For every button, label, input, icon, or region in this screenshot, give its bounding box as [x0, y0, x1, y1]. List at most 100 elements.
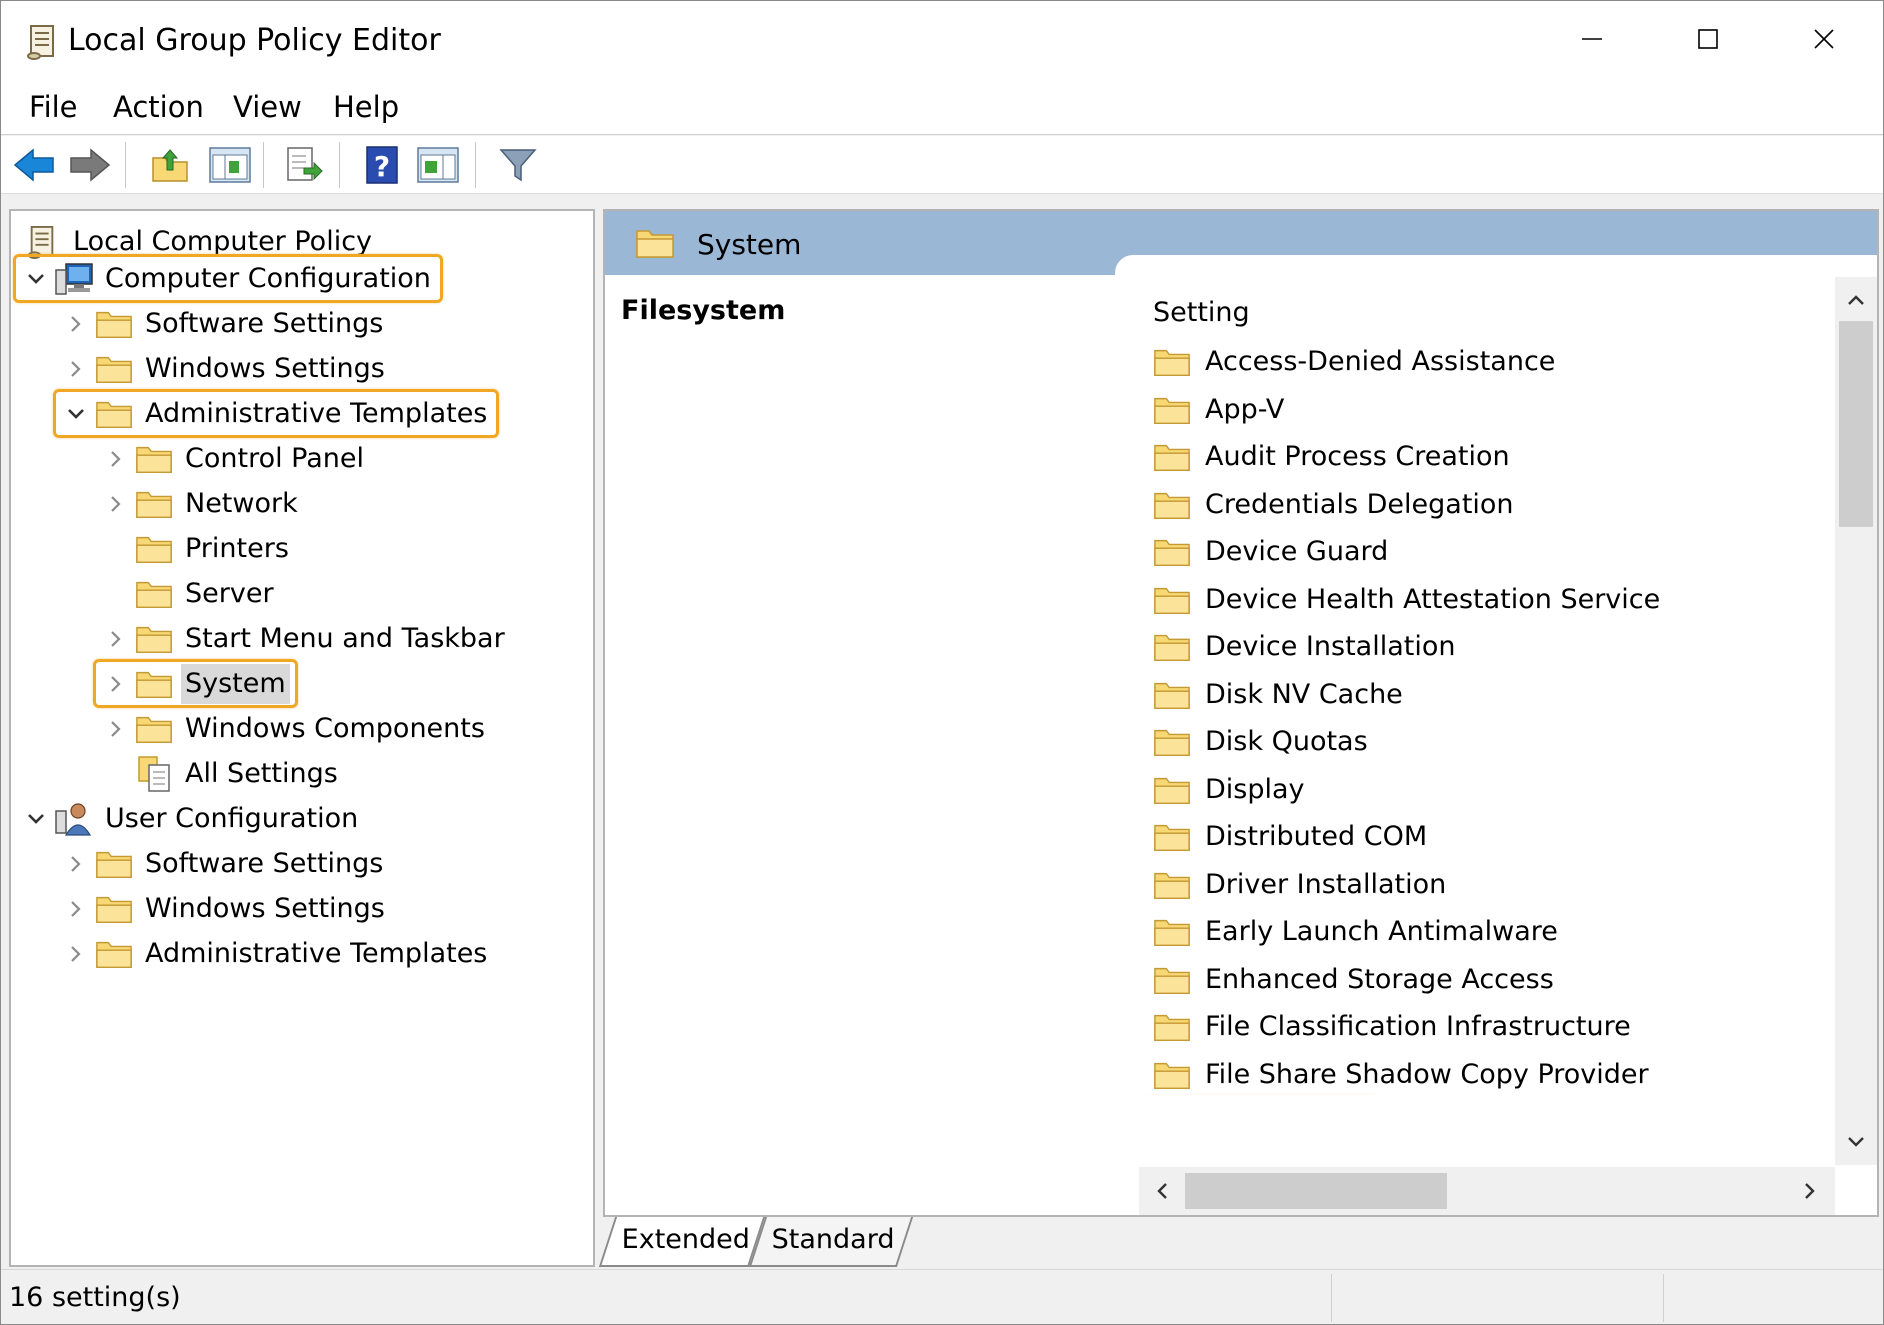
tree-node[interactable]: All Settings — [99, 751, 342, 796]
user-icon — [53, 799, 95, 839]
show-hide-action-pane-button[interactable] — [415, 143, 461, 187]
scroll-down-button[interactable] — [1839, 1125, 1873, 1159]
back-button[interactable] — [11, 143, 57, 187]
chevron-right-icon[interactable] — [59, 346, 93, 391]
column-header-setting[interactable]: Setting — [1153, 295, 1250, 331]
menu-file[interactable]: File — [29, 87, 78, 127]
tree-node[interactable]: Windows Components — [99, 706, 489, 751]
scroll-up-button[interactable] — [1839, 283, 1873, 317]
close-button[interactable] — [1765, 1, 1883, 77]
description-title: Filesystem — [621, 295, 786, 326]
list-item[interactable]: Enhanced Storage Access — [1145, 957, 1835, 1003]
vertical-scrollbar[interactable] — [1835, 277, 1877, 1165]
app-window: Local Group Policy Editor File Action Vi… — [0, 0, 1884, 1325]
folder-icon — [133, 574, 175, 614]
list-item-label: App-V — [1205, 393, 1285, 425]
tree-node-label: All Settings — [185, 757, 338, 789]
chevron-up-icon — [1848, 295, 1864, 305]
tree-node[interactable]: User Configuration — [19, 796, 362, 841]
forward-button[interactable] — [67, 143, 113, 187]
folder-icon — [133, 709, 175, 749]
tree-node[interactable]: Server — [99, 571, 278, 616]
horizontal-scrollbar[interactable] — [1139, 1167, 1835, 1215]
menu-view[interactable]: View — [233, 87, 302, 127]
maximize-button[interactable] — [1649, 1, 1767, 77]
menu-help[interactable]: Help — [333, 87, 399, 127]
list-item[interactable]: Distributed COM — [1145, 814, 1835, 860]
tree-node[interactable]: Software Settings — [59, 301, 387, 346]
tree-node-label: Software Settings — [145, 307, 384, 339]
action-pane-icon — [417, 147, 459, 183]
back-arrow-icon — [13, 148, 54, 182]
list-item[interactable]: Device Health Attestation Service — [1145, 577, 1835, 623]
tab-standard[interactable]: Standard — [748, 1217, 914, 1267]
list-item-label: File Share Shadow Copy Provider — [1205, 1058, 1649, 1090]
list-item[interactable]: Early Launch Antimalware — [1145, 909, 1835, 955]
list-item[interactable]: Disk NV Cache — [1145, 672, 1835, 718]
chevron-down-icon[interactable] — [19, 796, 53, 841]
show-hide-tree-button[interactable] — [207, 143, 253, 187]
forward-arrow-icon — [70, 148, 111, 182]
help-button[interactable]: ? — [359, 143, 405, 187]
chevron-right-icon[interactable] — [99, 481, 133, 526]
list-item[interactable]: File Share Shadow Copy Provider — [1145, 1052, 1835, 1096]
tree-node[interactable]: Start Menu and Taskbar — [99, 616, 509, 661]
menu-action[interactable]: Action — [113, 87, 204, 127]
list-item[interactable]: App-V — [1145, 387, 1835, 433]
list-item[interactable]: Device Guard — [1145, 529, 1835, 575]
tree-chevron-spacer — [99, 526, 133, 571]
tree-node[interactable]: Software Settings — [59, 841, 387, 886]
tree-node[interactable]: Network — [99, 481, 302, 526]
chevron-left-icon — [1157, 1183, 1167, 1199]
folder-icon — [133, 619, 175, 659]
tree-node[interactable]: Windows Settings — [59, 886, 389, 931]
policy-scroll-icon — [25, 23, 59, 61]
list-item[interactable]: Access-Denied Assistance — [1145, 339, 1835, 385]
tree-node-label: Control Panel — [185, 442, 365, 474]
console-tree[interactable]: Local Computer Policy Computer Configura… — [9, 209, 595, 1267]
callout-highlight — [93, 659, 298, 708]
up-folder-icon — [152, 149, 188, 182]
list-item[interactable]: Disk Quotas — [1145, 719, 1835, 765]
title-bar[interactable]: Local Group Policy Editor — [1, 1, 1883, 81]
list-item[interactable]: Display — [1145, 767, 1835, 813]
list-item-label: Disk Quotas — [1205, 726, 1368, 757]
tree-node[interactable]: Windows Settings — [59, 346, 389, 391]
filter-button[interactable] — [495, 143, 541, 187]
scroll-left-button[interactable] — [1145, 1173, 1179, 1209]
chevron-right-icon[interactable] — [99, 706, 133, 751]
tree-node-label: User Configuration — [105, 802, 359, 834]
help-icon: ? — [366, 146, 398, 184]
folder-icon — [93, 349, 135, 389]
chevron-right-icon[interactable] — [99, 436, 133, 481]
up-folder-button[interactable] — [147, 143, 193, 187]
chevron-right-icon[interactable] — [59, 886, 93, 931]
scroll-right-button[interactable] — [1793, 1173, 1827, 1209]
tree-node[interactable]: Administrative Templates — [59, 931, 491, 976]
list-item[interactable]: Driver Installation — [1145, 862, 1835, 908]
status-bar: 16 setting(s) — [1, 1269, 1883, 1324]
tab-extended[interactable]: Extended — [598, 1217, 766, 1267]
list-item[interactable]: Audit Process Creation — [1145, 434, 1835, 480]
horizontal-scrollbar-thumb[interactable] — [1185, 1173, 1447, 1209]
chevron-right-icon[interactable] — [59, 301, 93, 346]
list-item-label: Enhanced Storage Access — [1205, 963, 1554, 995]
tree-node[interactable]: Printers — [99, 526, 293, 571]
folder-icon — [93, 304, 135, 344]
window-title: Local Group Policy Editor — [68, 23, 441, 58]
tree-node-label: Printers — [185, 532, 289, 564]
tree-node-label: Start Menu and Taskbar — [185, 622, 505, 654]
chevron-right-icon[interactable] — [59, 931, 93, 976]
minimize-button[interactable] — [1533, 1, 1651, 77]
list-item[interactable]: Device Installation — [1145, 624, 1835, 670]
list-item-label: Early Launch Antimalware — [1205, 916, 1558, 947]
chevron-right-icon[interactable] — [59, 841, 93, 886]
vertical-scrollbar-thumb[interactable] — [1839, 321, 1873, 527]
list-item[interactable]: Credentials Delegation — [1145, 482, 1835, 528]
export-list-button[interactable] — [281, 143, 327, 187]
settings-list[interactable]: Access-Denied Assistance App-V Audit Proce… — [1145, 339, 1835, 1095]
chevron-right-icon[interactable] — [99, 616, 133, 661]
list-item[interactable]: File Classification Infrastructure — [1145, 1004, 1835, 1050]
callout-highlight — [13, 254, 443, 303]
tree-node[interactable]: Control Panel — [99, 436, 368, 481]
